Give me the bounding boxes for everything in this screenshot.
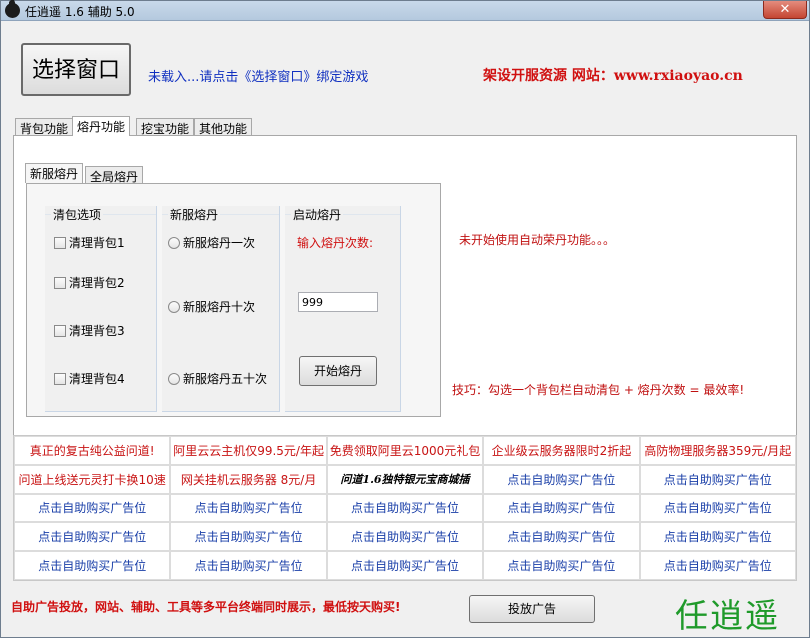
melt-tab-panel: 新服熔丹 全局熔丹 清包选项 清理背包1 清理背包2 清理背包3 清理背包4 新…	[13, 135, 797, 439]
ad-cell[interactable]: 点击自助购买广告位	[170, 551, 327, 580]
melt-count-input[interactable]	[298, 292, 378, 312]
clean-bag-3-checkbox[interactable]: 清理背包3	[54, 322, 125, 339]
radio-circle[interactable]	[168, 301, 180, 313]
clean-bag-3-label: 清理背包3	[69, 324, 125, 338]
clean-bag-4-label: 清理背包4	[69, 372, 125, 386]
melt-ten-radio[interactable]: 新服熔丹十次	[168, 298, 255, 315]
ad-cell[interactable]: 点击自助购买广告位	[326, 551, 484, 580]
site-link-text[interactable]: 架设开服资源 网站：www.rxiaoyao.cn	[483, 65, 743, 85]
ad-cell[interactable]: 点击自助购买广告位	[639, 464, 796, 494]
ad-cell[interactable]: 点击自助购买广告位	[170, 493, 327, 523]
ad-grid: 真正的复古纯公益问道! 阿里云云主机仅99.5元/年起 免费领取阿里云1000元礼包…	[13, 435, 797, 581]
ad-cell[interactable]: 问道1.6独特银元宝商城插	[326, 464, 484, 494]
load-status-text: 未载入...请点击《选择窗口》绑定游戏	[148, 70, 369, 85]
brand-logo: 任逍遥	[675, 596, 780, 635]
app-window: 任逍遥 1.6 辅助 5.0 ✕ 选择窗口 未载入...请点击《选择窗口》绑定游…	[0, 0, 810, 638]
ad-cell[interactable]: 点击自助购买广告位	[14, 522, 171, 552]
start-melt-group: 启动熔丹 输入熔丹次数: 开始熔丹	[285, 206, 401, 412]
radio-circle[interactable]	[168, 373, 180, 385]
tab-melt[interactable]: 熔丹功能	[72, 116, 131, 136]
clean-bag-title: 清包选项	[51, 206, 104, 223]
subtab-global-melt[interactable]: 全局熔丹	[85, 166, 144, 184]
melt-count-label: 输入熔丹次数:	[297, 236, 374, 250]
window-title: 任逍遥 1.6 辅助 5.0	[25, 5, 135, 19]
clean-bag-4-checkbox[interactable]: 清理背包4	[54, 370, 125, 387]
new-server-melt-title: 新服熔丹	[168, 206, 221, 223]
tab-dig[interactable]: 挖宝功能	[136, 118, 195, 136]
checkbox-box[interactable]	[54, 325, 66, 337]
melt-fifty-label: 新服熔丹五十次	[183, 372, 268, 386]
ad-cell[interactable]: 点击自助购买广告位	[483, 493, 640, 523]
tab-other[interactable]: 其他功能	[194, 118, 253, 136]
ad-cell[interactable]: 阿里云云主机仅99.5元/年起	[170, 436, 327, 465]
ad-cell[interactable]: 企业级云服务器限时2折起	[483, 436, 640, 465]
ad-cell[interactable]: 真正的复古纯公益问道!	[14, 436, 171, 465]
melt-once-radio[interactable]: 新服熔丹一次	[168, 234, 255, 251]
ad-cell[interactable]: 点击自助购买广告位	[639, 493, 796, 523]
new-server-melt-panel: 清包选项 清理背包1 清理背包2 清理背包3 清理背包4 新服熔丹 新服熔丹一次…	[26, 183, 441, 417]
ad-cell[interactable]: 高防物理服务器359元/月起	[639, 436, 796, 465]
radio-circle[interactable]	[168, 237, 180, 249]
ad-cell[interactable]: 点击自助购买广告位	[14, 493, 171, 523]
checkbox-box[interactable]	[54, 237, 66, 249]
start-melt-title: 启动熔丹	[291, 206, 344, 223]
ad-cell[interactable]: 点击自助购买广告位	[14, 551, 171, 580]
subtab-new-server-melt[interactable]: 新服熔丹	[25, 163, 84, 183]
melt-ten-label: 新服熔丹十次	[183, 300, 256, 314]
checkbox-box[interactable]	[54, 373, 66, 385]
clean-bag-2-checkbox[interactable]: 清理背包2	[54, 274, 125, 291]
tab-bag[interactable]: 背包功能	[15, 118, 74, 136]
title-bar: 任逍遥 1.6 辅助 5.0 ✕	[1, 1, 809, 21]
clean-bag-1-checkbox[interactable]: 清理背包1	[54, 234, 125, 251]
melt-fifty-radio[interactable]: 新服熔丹五十次	[168, 370, 267, 387]
ad-cell[interactable]: 点击自助购买广告位	[326, 522, 484, 552]
clean-bag-1-label: 清理背包1	[69, 236, 125, 250]
ad-cell[interactable]: 点击自助购买广告位	[483, 464, 640, 494]
start-melt-button[interactable]: 开始熔丹	[299, 356, 377, 386]
ad-cell[interactable]: 点击自助购买广告位	[483, 551, 640, 580]
melt-once-label: 新服熔丹一次	[183, 236, 256, 250]
client-area: 选择窗口 未载入...请点击《选择窗口》绑定游戏 架设开服资源 网站：www.r…	[7, 26, 803, 635]
efficiency-tip: 技巧：勾选一个背包栏自动清包 + 熔丹次数 = 最效率!	[452, 383, 745, 397]
ad-footer-note: 自助广告投放，网站、辅助、工具等多平台终端同时展示，最低按天购买!	[11, 600, 401, 614]
clean-bag-2-label: 清理背包2	[69, 276, 125, 290]
publish-ad-button[interactable]: 投放广告	[469, 595, 595, 623]
ad-cell[interactable]: 网关挂机云服务器 8元/月	[170, 464, 327, 494]
new-server-melt-group: 新服熔丹 新服熔丹一次 新服熔丹十次 新服熔丹五十次	[162, 206, 280, 412]
ad-cell[interactable]: 点击自助购买广告位	[483, 522, 640, 552]
select-window-button[interactable]: 选择窗口	[21, 43, 131, 96]
melt-status-note: 未开始使用自动荣丹功能。。。	[459, 233, 616, 247]
checkbox-box[interactable]	[54, 277, 66, 289]
ad-cell[interactable]: 点击自助购买广告位	[170, 522, 327, 552]
clean-bag-group: 清包选项 清理背包1 清理背包2 清理背包3 清理背包4	[45, 206, 157, 412]
app-logo-icon	[5, 3, 20, 18]
close-button[interactable]: ✕	[763, 1, 807, 19]
ad-cell[interactable]: 点击自助购买广告位	[639, 522, 796, 552]
ad-cell[interactable]: 点击自助购买广告位	[326, 493, 484, 523]
ad-cell[interactable]: 免费领取阿里云1000元礼包	[326, 436, 484, 465]
ad-cell[interactable]: 点击自助购买广告位	[639, 551, 796, 580]
ad-cell[interactable]: 问道上线送元灵打卡换10速	[14, 464, 171, 494]
